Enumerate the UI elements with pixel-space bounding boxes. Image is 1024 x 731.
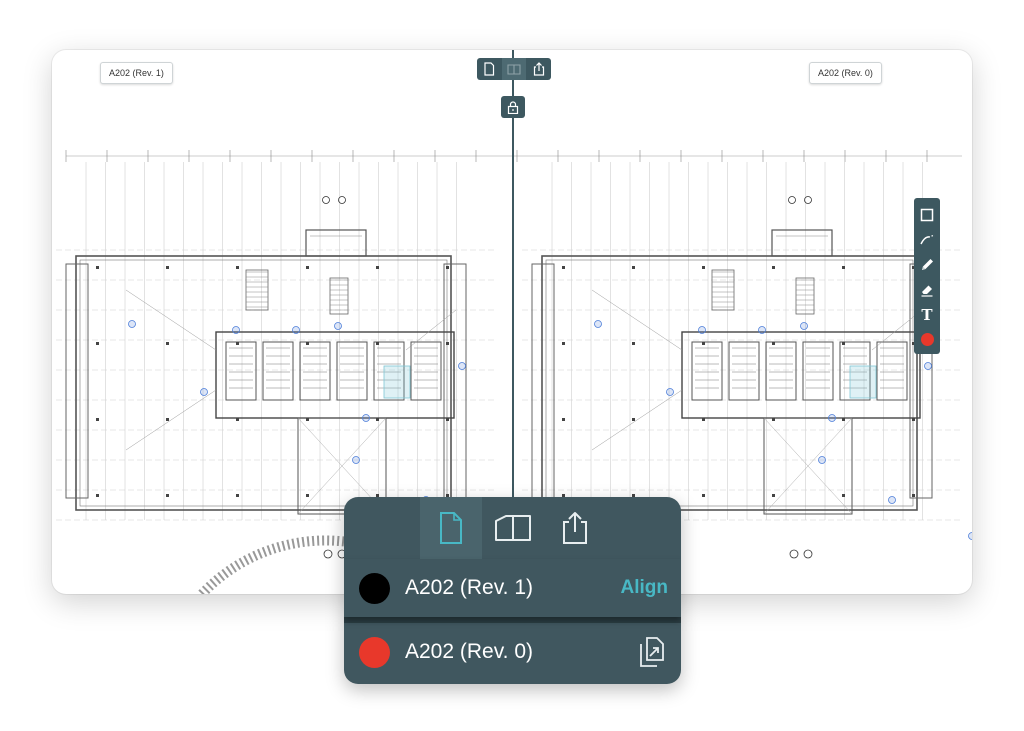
- text-tool[interactable]: T: [914, 302, 940, 327]
- cloud-line-icon: [920, 234, 935, 244]
- split-view-icon: [507, 64, 521, 75]
- swap-sheets-button[interactable]: [637, 636, 667, 668]
- markup-toolbar: T: [914, 198, 940, 354]
- color-swatch: [920, 333, 934, 346]
- line-tool[interactable]: [914, 227, 940, 252]
- color-picker[interactable]: [914, 327, 940, 352]
- sheet-row-rev1[interactable]: A202 (Rev. 1) Align: [344, 559, 681, 617]
- sheet-row-rev0[interactable]: A202 (Rev. 0): [344, 623, 681, 681]
- tab-single-page[interactable]: [420, 497, 482, 559]
- single-page-icon: [440, 512, 462, 544]
- share-icon: [533, 62, 544, 76]
- split-view-button[interactable]: [501, 58, 527, 80]
- compare-mode-tabs: [344, 497, 681, 559]
- share-icon: [563, 512, 587, 544]
- right-sheet-label: A202 (Rev. 0): [809, 62, 882, 84]
- text-tool-icon: T: [921, 305, 933, 324]
- sheet-color-dot: [359, 572, 390, 604]
- eraser-tool[interactable]: [914, 277, 940, 302]
- rectangle-icon: [920, 208, 934, 221]
- split-view-icon: [495, 515, 531, 541]
- tab-split-view[interactable]: [482, 497, 544, 559]
- align-button[interactable]: Align: [621, 577, 669, 599]
- pencil-icon: [922, 258, 933, 270]
- tab-share[interactable]: [544, 497, 606, 559]
- single-page-icon: [484, 62, 495, 76]
- sheet-color-dot: [359, 636, 390, 668]
- share-button[interactable]: [526, 58, 551, 80]
- lock-icon: [507, 100, 519, 114]
- top-toolbar: [477, 58, 551, 80]
- single-page-button[interactable]: [477, 58, 502, 80]
- sheet-name: A202 (Rev. 1): [405, 576, 533, 599]
- lock-button[interactable]: [501, 96, 525, 118]
- eraser-icon: [921, 285, 933, 297]
- left-sheet-label: A202 (Rev. 1): [100, 62, 173, 84]
- compare-sheets-menu: A202 (Rev. 1) Align A202 (Rev. 0): [344, 497, 681, 684]
- rectangle-tool[interactable]: [914, 202, 940, 227]
- swap-sheets-icon: [640, 637, 664, 667]
- pencil-tool[interactable]: [914, 252, 940, 277]
- sheet-name: A202 (Rev. 0): [405, 640, 533, 663]
